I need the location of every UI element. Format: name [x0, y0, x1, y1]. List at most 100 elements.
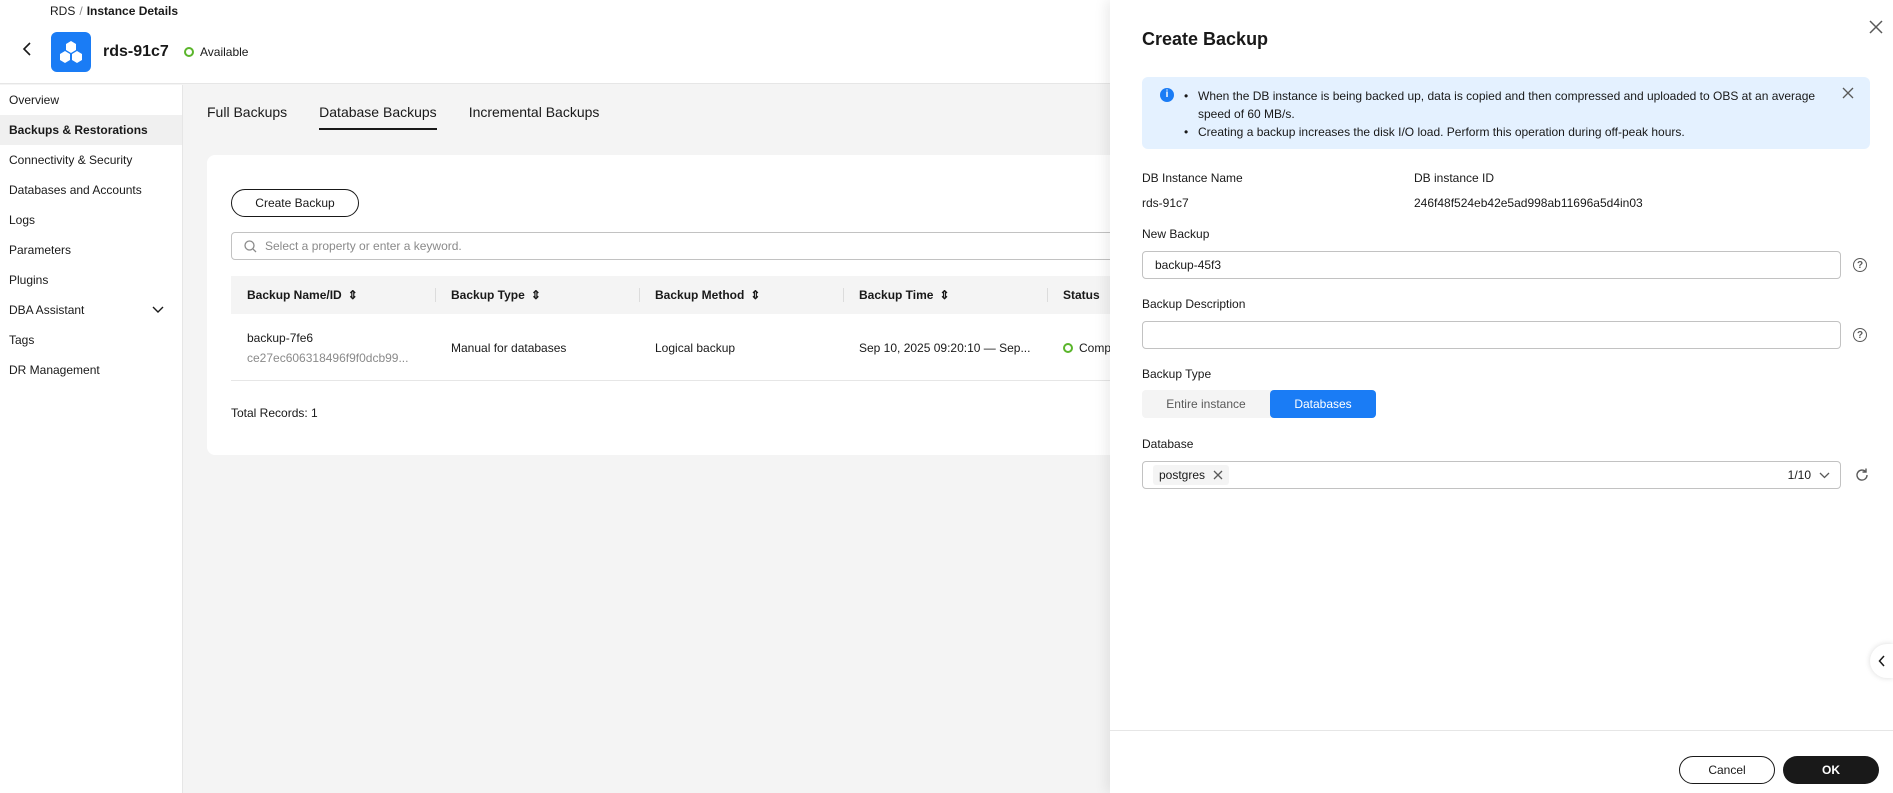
total-records: Total Records: 1 [231, 406, 318, 420]
instance-status-label: Available [200, 45, 249, 59]
breadcrumb-root[interactable]: RDS [50, 4, 75, 18]
sidebar-item-logs[interactable]: Logs [0, 205, 182, 235]
sort-icon[interactable]: ⇕ [750, 288, 760, 302]
help-icon[interactable]: ? [1853, 328, 1867, 342]
cell-time: Sep 10, 2025 09:20:10 — Sep... [859, 340, 1031, 355]
chevron-down-icon [152, 306, 164, 313]
chevron-left-icon [22, 42, 31, 56]
remove-tag-icon[interactable] [1213, 470, 1223, 480]
status-available-icon [184, 47, 194, 57]
instance-name-value: rds-91c7 [1142, 196, 1189, 210]
instance-name-label: DB Instance Name [1142, 171, 1243, 185]
instance-name: rds-91c7 [103, 43, 169, 60]
backup-description-field[interactable] [1142, 321, 1841, 349]
database-tag-label: postgres [1159, 468, 1206, 482]
sort-icon[interactable]: ⇕ [348, 288, 358, 302]
alert-item: Creating a backup increases the disk I/O… [1182, 123, 1830, 141]
column-label: Backup Time [859, 288, 934, 302]
database-label: Database [1142, 437, 1194, 451]
column-header-name[interactable]: Backup Name/ID ⇕ [231, 276, 435, 314]
close-icon[interactable] [1868, 19, 1884, 35]
cell-method: Logical backup [655, 340, 736, 355]
database-count-label: 1/10 [1787, 468, 1811, 482]
column-label: Backup Type [451, 288, 525, 302]
sidebar: Overview Backups & Restorations Connecti… [0, 85, 183, 793]
sidebar-item-label: Parameters [9, 243, 72, 257]
sidebar-item-dba-assistant[interactable]: DBA Assistant [0, 295, 182, 325]
status-label: Comp [1079, 340, 1112, 355]
search-input[interactable] [265, 239, 865, 253]
backup-type-databases[interactable]: Databases [1270, 390, 1376, 418]
instance-id-value: 246f48f524eb42e5ad998ab11696a5d4in03 [1414, 196, 1643, 210]
breadcrumb-current: Instance Details [86, 4, 179, 18]
new-backup-field[interactable] [1142, 251, 1841, 279]
help-icon[interactable]: ? [1853, 258, 1867, 272]
sidebar-item-label: Backups & Restorations [9, 123, 148, 137]
sidebar-item-parameters[interactable]: Parameters [0, 235, 182, 265]
sidebar-item-label: Logs [9, 213, 36, 227]
backup-type-selector: Entire instance Databases [1142, 390, 1376, 418]
alert-item: When the DB instance is being backed up,… [1182, 87, 1830, 123]
sidebar-item-label: DR Management [9, 363, 100, 377]
sidebar-item-dr-management[interactable]: DR Management [0, 355, 182, 385]
breadcrumb: RDS / Instance Details [50, 4, 178, 18]
new-backup-input[interactable] [1155, 258, 1828, 272]
sidebar-item-overview[interactable]: Overview [0, 85, 182, 115]
chevron-down-icon[interactable] [1819, 472, 1830, 479]
sidebar-item-connectivity-security[interactable]: Connectivity & Security [0, 145, 182, 175]
column-label: Backup Name/ID [247, 288, 342, 302]
column-header-time[interactable]: Backup Time ⇕ [843, 276, 1047, 314]
sort-icon[interactable]: ⇕ [939, 288, 949, 302]
cancel-button[interactable]: Cancel [1679, 756, 1775, 784]
create-backup-drawer: Create Backup i When the DB instance is … [1110, 0, 1893, 793]
tab-incremental-backups[interactable]: Incremental Backups [469, 104, 600, 130]
database-tag: postgres [1153, 465, 1230, 485]
drawer-title: Create Backup [1142, 29, 1269, 49]
backup-tabs: Full Backups Database Backups Incrementa… [207, 104, 599, 130]
new-backup-label: New Backup [1142, 227, 1210, 241]
database-select[interactable]: postgres 1/10 [1142, 461, 1841, 489]
backup-type-entire-instance[interactable]: Entire instance [1142, 390, 1270, 418]
column-header-type[interactable]: Backup Type ⇕ [435, 276, 639, 314]
alert-close-icon[interactable] [1842, 87, 1854, 99]
breadcrumb-separator: / [79, 4, 83, 18]
backup-name[interactable]: backup-7fe6 [247, 331, 435, 345]
refresh-icon[interactable] [1854, 467, 1870, 483]
status-complete-icon [1063, 342, 1073, 353]
search-icon [244, 239, 257, 252]
backup-type-label: Backup Type [1142, 367, 1212, 381]
column-label: Status [1063, 288, 1100, 302]
column-label: Backup Method [655, 288, 745, 302]
info-icon: i [1160, 88, 1174, 102]
backup-description-label: Backup Description [1142, 297, 1246, 311]
backup-id: ce27ec606318496f9f0dcb99... [247, 350, 409, 365]
column-header-method[interactable]: Backup Method ⇕ [639, 276, 843, 314]
ok-button[interactable]: OK [1783, 756, 1879, 784]
drawer-footer: Cancel OK [1110, 730, 1893, 793]
sidebar-item-label: Connectivity & Security [9, 153, 133, 167]
sidebar-item-databases-accounts[interactable]: Databases and Accounts [0, 175, 182, 205]
chevron-left-icon [1877, 655, 1885, 667]
sort-icon[interactable]: ⇕ [531, 288, 541, 302]
create-backup-button[interactable]: Create Backup [231, 189, 359, 217]
sidebar-item-label: Overview [9, 93, 60, 107]
hexagon-cubes-icon [60, 41, 82, 63]
sidebar-item-backups-restorations[interactable]: Backups & Restorations [0, 115, 182, 145]
back-button[interactable] [20, 42, 34, 56]
sidebar-item-label: DBA Assistant [9, 303, 85, 317]
tab-full-backups[interactable]: Full Backups [207, 104, 287, 130]
sidebar-item-label: Plugins [9, 273, 49, 287]
tab-database-backups[interactable]: Database Backups [319, 104, 437, 130]
instance-id-label: DB instance ID [1414, 171, 1495, 185]
backup-description-input[interactable] [1155, 328, 1828, 342]
instance-status: Available [184, 45, 248, 59]
instance-logo [51, 32, 91, 72]
sidebar-item-tags[interactable]: Tags [0, 325, 182, 355]
cell-type: Manual for databases [451, 340, 567, 355]
sidebar-item-plugins[interactable]: Plugins [0, 265, 182, 295]
sidebar-item-label: Tags [9, 333, 35, 347]
cell-name: backup-7fe6 ce27ec606318496f9f0dcb99... [231, 331, 435, 365]
info-alert: i When the DB instance is being backed u… [1142, 77, 1870, 149]
sidebar-item-label: Databases and Accounts [9, 183, 142, 197]
database-count: 1/10 [1788, 468, 1830, 482]
